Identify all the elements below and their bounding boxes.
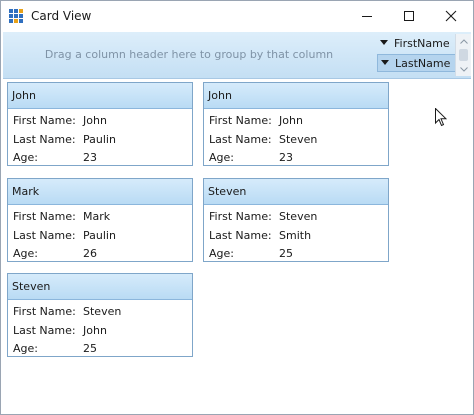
window-title: Card View xyxy=(31,9,92,23)
age-value[interactable]: 23 xyxy=(83,149,97,167)
person-card[interactable]: Mark First Name: Mark Last Name: Paulin … xyxy=(7,178,193,262)
sort-descending-icon xyxy=(380,40,394,46)
last-name-row: Last Name: Smith xyxy=(204,227,388,246)
card-body: First Name: Steven Last Name: Smith Age:… xyxy=(204,205,388,264)
first-name-row: First Name: Mark xyxy=(8,208,192,227)
sort-descending-icon xyxy=(381,60,395,66)
last-name-row: Last Name: Paulin xyxy=(8,131,192,150)
maximize-icon xyxy=(404,11,414,21)
age-label: Age: xyxy=(13,342,38,355)
maximize-button[interactable] xyxy=(388,1,430,31)
group-by-hint: Drag a column header here to group by th… xyxy=(44,48,334,61)
first-name-label: First Name: xyxy=(209,114,272,127)
last-name-row: Last Name: Paulin xyxy=(8,227,192,246)
age-row: Age: 26 xyxy=(8,245,192,264)
group-by-panel[interactable]: Drag a column header here to group by th… xyxy=(3,32,471,79)
last-name-value[interactable]: Smith xyxy=(279,227,311,245)
last-name-value[interactable]: John xyxy=(83,322,107,340)
age-row: Age: 23 xyxy=(8,149,192,168)
age-label: Age: xyxy=(13,247,38,260)
person-card[interactable]: John First Name: John Last Name: Paulin … xyxy=(7,82,193,166)
card-body: First Name: John Last Name: Steven Age: … xyxy=(204,109,388,168)
age-value[interactable]: 25 xyxy=(279,245,293,263)
age-row: Age: 23 xyxy=(204,149,388,168)
first-name-value[interactable]: Steven xyxy=(83,303,121,321)
first-name-label: First Name: xyxy=(13,210,76,223)
close-button[interactable] xyxy=(430,1,472,31)
age-label: Age: xyxy=(13,151,38,164)
sort-field-list: FirstName LastName xyxy=(377,34,457,76)
sort-field-label: FirstName xyxy=(394,36,450,50)
card-header[interactable]: Steven xyxy=(204,179,388,205)
card-header[interactable]: John xyxy=(204,83,388,109)
last-name-value[interactable]: Paulin xyxy=(83,131,116,149)
minimize-icon xyxy=(362,16,372,17)
last-name-label: Last Name: xyxy=(13,228,76,242)
person-card[interactable]: John First Name: John Last Name: Steven … xyxy=(203,82,389,166)
chevron-down-icon xyxy=(459,66,468,72)
age-row: Age: 25 xyxy=(204,245,388,264)
last-name-row: Last Name: Steven xyxy=(204,131,388,150)
first-name-row: First Name: Steven xyxy=(204,208,388,227)
card-view-window: Card View Drag a column header here to g… xyxy=(0,0,474,415)
last-name-label: Last Name: xyxy=(13,323,76,337)
first-name-row: First Name: Steven xyxy=(8,303,192,322)
age-label: Age: xyxy=(209,247,234,260)
person-card[interactable]: Steven First Name: Steven Last Name: Smi… xyxy=(203,178,389,262)
first-name-value[interactable]: John xyxy=(83,112,107,130)
card-header[interactable]: John xyxy=(8,83,192,109)
age-value[interactable]: 25 xyxy=(83,340,97,358)
card-header[interactable]: Steven xyxy=(8,274,192,300)
first-name-label: First Name: xyxy=(13,305,76,318)
card-body: First Name: Mark Last Name: Paulin Age: … xyxy=(8,205,192,264)
scroll-up-button[interactable] xyxy=(456,34,471,48)
person-card[interactable]: Steven First Name: Steven Last Name: Joh… xyxy=(7,273,193,357)
last-name-value[interactable]: Steven xyxy=(279,131,317,149)
last-name-row: Last Name: John xyxy=(8,322,192,341)
last-name-value[interactable]: Paulin xyxy=(83,227,116,245)
card-body: First Name: Steven Last Name: John Age: … xyxy=(8,300,192,359)
app-grid-icon xyxy=(9,9,23,23)
last-name-label: Last Name: xyxy=(209,132,272,146)
mouse-pointer-icon xyxy=(435,107,448,131)
title-bar[interactable]: Card View xyxy=(1,1,473,31)
sort-list-scrollbar[interactable] xyxy=(455,34,471,76)
sort-field-firstname[interactable]: FirstName xyxy=(377,34,457,52)
first-name-value[interactable]: Mark xyxy=(83,208,110,226)
first-name-value[interactable]: John xyxy=(279,112,303,130)
age-row: Age: 25 xyxy=(8,340,192,359)
first-name-row: First Name: John xyxy=(204,112,388,131)
age-value[interactable]: 23 xyxy=(279,149,293,167)
sort-field-label: LastName xyxy=(395,56,451,70)
card-header[interactable]: Mark xyxy=(8,179,192,205)
first-name-value[interactable]: Steven xyxy=(279,208,317,226)
sort-field-lastname[interactable]: LastName xyxy=(377,54,457,72)
first-name-label: First Name: xyxy=(209,210,272,223)
first-name-row: First Name: John xyxy=(8,112,192,131)
age-label: Age: xyxy=(209,151,234,164)
close-icon xyxy=(445,10,457,22)
card-body: First Name: John Last Name: Paulin Age: … xyxy=(8,109,192,168)
scroll-down-button[interactable] xyxy=(456,62,471,76)
age-value[interactable]: 26 xyxy=(83,245,97,263)
minimize-button[interactable] xyxy=(346,1,388,31)
chevron-up-icon xyxy=(459,38,468,44)
first-name-label: First Name: xyxy=(13,114,76,127)
last-name-label: Last Name: xyxy=(209,228,272,242)
scroll-thumb[interactable] xyxy=(459,49,468,61)
last-name-label: Last Name: xyxy=(13,132,76,146)
